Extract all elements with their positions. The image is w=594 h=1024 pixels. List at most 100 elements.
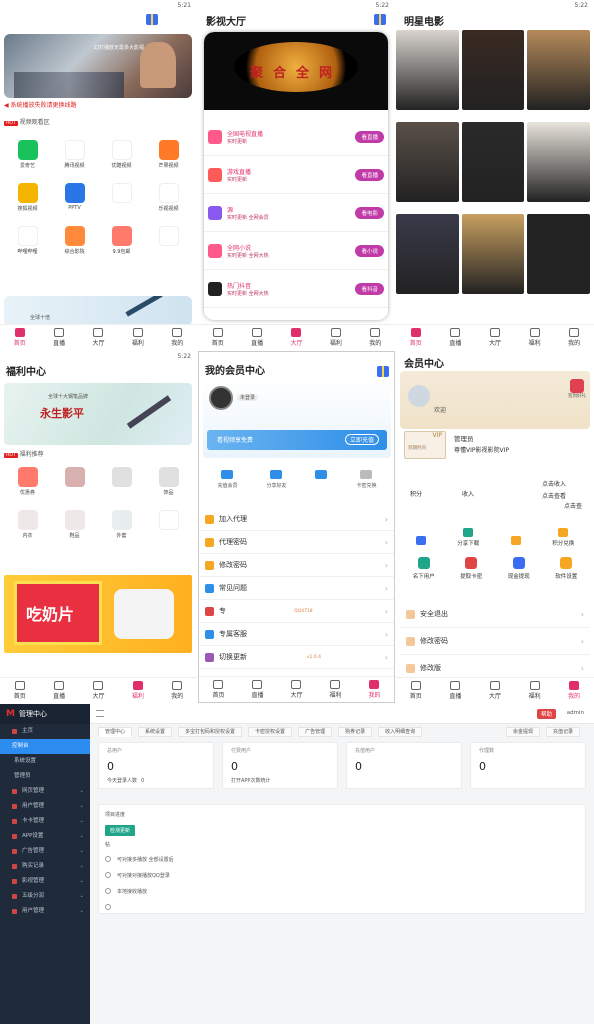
- bottom-banner[interactable]: 全球十倍: [4, 296, 192, 326]
- app-item[interactable]: 芒果视频: [145, 140, 192, 169]
- member-stat[interactable]: 点击查看: [542, 491, 566, 500]
- welfare-item[interactable]: 优惠券: [4, 467, 51, 496]
- member-feature[interactable]: [510, 536, 521, 547]
- help-button[interactable]: 帮助: [536, 709, 556, 719]
- hall-item-button[interactable]: 看直播: [355, 130, 384, 143]
- member-stat[interactable]: 点击查: [564, 501, 582, 510]
- movie-poster[interactable]: [527, 122, 590, 202]
- vip-menu-item[interactable]: 专属客服 ›: [199, 623, 394, 646]
- welfare-item[interactable]: [145, 510, 192, 539]
- movie-poster[interactable]: 周润发全部电影在线观看: [527, 30, 590, 110]
- hall-item[interactable]: 全网小说 实时更新 全网大热 看小说: [204, 232, 388, 270]
- tab-welfare[interactable]: 福利: [132, 328, 144, 347]
- hall-item[interactable]: 热门抖音 实时更新 全网大热 看抖音: [204, 270, 388, 308]
- admin-menu-item[interactable]: 主页: [0, 724, 90, 739]
- hall-item[interactable]: 源实时更新 全网会员 看电影: [204, 194, 388, 232]
- tab-home[interactable]: 首页: [212, 680, 225, 699]
- admin-menu-item[interactable]: 影视管理 ⌄: [0, 874, 90, 889]
- signin-badge[interactable]: 签到好礼: [568, 379, 586, 399]
- notice-bar[interactable]: ◀ 系统播放失败请更换线路: [4, 100, 192, 109]
- app-item[interactable]: 爱奇艺: [4, 140, 51, 169]
- admin-tab[interactable]: 卡密授权设置: [248, 727, 293, 737]
- hall-item[interactable]: 全国电视直播 实时更新 看直播: [204, 118, 388, 156]
- admin-tab[interactable]: 多宝打包码和授权设置: [178, 727, 243, 737]
- tab-hall[interactable]: 大厅: [489, 681, 501, 700]
- tab-mine[interactable]: 我的: [171, 328, 183, 347]
- radio-option[interactable]: 可对接多播放 全部设置后: [105, 851, 305, 867]
- member-list-item[interactable]: 修改密码 ›: [400, 628, 590, 655]
- radio-option[interactable]: [105, 899, 305, 915]
- app-item[interactable]: 腾讯视频: [51, 140, 98, 169]
- avatar[interactable]: [209, 386, 233, 410]
- admin-menu-item[interactable]: 用户管理 ⌄: [0, 904, 90, 919]
- welfare-banner[interactable]: 全球十大钢笔品牌 永生影平: [4, 383, 192, 445]
- admin-tab[interactable]: 广告管理: [298, 727, 333, 737]
- radio-option[interactable]: 本地接收播放: [105, 883, 305, 899]
- tab-mine[interactable]: 我的: [368, 680, 381, 699]
- app-item[interactable]: PPTV: [51, 183, 98, 212]
- tab-mine[interactable]: 我的: [568, 681, 580, 700]
- welfare-item[interactable]: 内衣: [4, 510, 51, 539]
- tab-live[interactable]: 直播: [449, 681, 461, 700]
- tab-mine[interactable]: 我的: [568, 328, 580, 347]
- movie-poster[interactable]: 周星驰全部电影在线观看: [461, 30, 525, 110]
- tab-welfare[interactable]: 福利: [330, 328, 342, 347]
- admin-menu-item[interactable]: APP设置 ⌄: [0, 829, 90, 844]
- vip-menu-item[interactable]: 加入代理 ›: [199, 508, 394, 531]
- admin-tab[interactable]: 收入明细查询: [378, 727, 423, 737]
- recharge-button[interactable]: 立即充值: [344, 434, 379, 445]
- movie-poster[interactable]: 李连杰全部电影在线观看: [461, 214, 525, 294]
- admin-tab[interactable]: 系统设置: [138, 727, 173, 737]
- hall-banner[interactable]: 聚合全网: [204, 32, 388, 110]
- member-tool[interactable]: 现金提现: [508, 557, 530, 593]
- vip-action[interactable]: 分享好友: [266, 470, 287, 489]
- admin-menu-item[interactable]: 控制台: [0, 739, 90, 754]
- member-tool[interactable]: 提取卡密: [460, 557, 482, 593]
- app-item[interactable]: 哔哩哔哩: [4, 226, 51, 255]
- tab-hall[interactable]: 大厅: [290, 680, 303, 699]
- vip-banner[interactable]: 看视频享免费 立即充值: [207, 430, 387, 450]
- vip-menu-item[interactable]: 常见问题 ›: [199, 577, 394, 600]
- member-feature[interactable]: 积分兑换: [552, 528, 574, 547]
- tab-hall[interactable]: 大厅: [92, 328, 104, 347]
- admin-menu-item[interactable]: 用户管理 ⌄: [0, 799, 90, 814]
- tab-live[interactable]: 直播: [251, 328, 263, 347]
- admin-tab[interactable]: 购券记录: [338, 727, 373, 737]
- tab-hall[interactable]: 大厅: [92, 681, 104, 700]
- admin-menu-item[interactable]: 系统设置: [0, 754, 90, 769]
- member-stat[interactable]: 积分: [410, 489, 422, 498]
- admin-menu-item[interactable]: 广告管理 ⌄: [0, 844, 90, 859]
- admin-menu-item[interactable]: 管理员: [0, 769, 90, 784]
- welfare-item[interactable]: 鞋品: [51, 510, 98, 539]
- tab-mine[interactable]: 我的: [369, 328, 381, 347]
- home-banner[interactable]: 幻灯播放无需多大影视: [4, 34, 192, 98]
- tab-home[interactable]: 首页: [14, 328, 26, 347]
- menu-toggle-icon[interactable]: [96, 710, 104, 717]
- hall-item[interactable]: 游戏直播 实时更新 看直播: [204, 156, 388, 194]
- tab-welfare[interactable]: 福利: [329, 680, 342, 699]
- app-item[interactable]: 综合影院: [51, 226, 98, 255]
- gift-icon[interactable]: [146, 14, 158, 25]
- member-tool[interactable]: 软件设置: [555, 557, 577, 593]
- tab-mine[interactable]: 我的: [171, 681, 183, 700]
- vip-menu-item[interactable]: 切换更新 v1.0.4 ›: [199, 646, 394, 669]
- welfare-item[interactable]: [51, 467, 98, 496]
- welfare-item[interactable]: [98, 467, 145, 496]
- movie-poster[interactable]: 洪金宝全部电影在线观看: [396, 214, 459, 294]
- welfare-item[interactable]: 饰品: [145, 467, 192, 496]
- member-stat[interactable]: 点击收入: [542, 479, 566, 488]
- vip-menu-item[interactable]: 修改密码 ›: [199, 554, 394, 577]
- member-stat[interactable]: 收入: [462, 489, 474, 498]
- vip-action[interactable]: 卡密兑换: [356, 470, 376, 489]
- tab-hall[interactable]: 大厅: [290, 328, 302, 347]
- avatar[interactable]: [408, 385, 430, 407]
- hall-item-button[interactable]: 看小说: [355, 244, 384, 257]
- tab-live[interactable]: 直播: [251, 680, 264, 699]
- admin-menu-item[interactable]: 卡卡管理 ⌄: [0, 814, 90, 829]
- tab-live[interactable]: 直播: [449, 328, 461, 347]
- app-item[interactable]: [145, 226, 192, 255]
- admin-user[interactable]: admin: [567, 710, 584, 716]
- member-list-item[interactable]: 安全退出 ›: [400, 601, 590, 628]
- movie-poster[interactable]: 成龙全部电影在线观看: [396, 30, 459, 110]
- app-item[interactable]: 搜狐视频: [4, 183, 51, 212]
